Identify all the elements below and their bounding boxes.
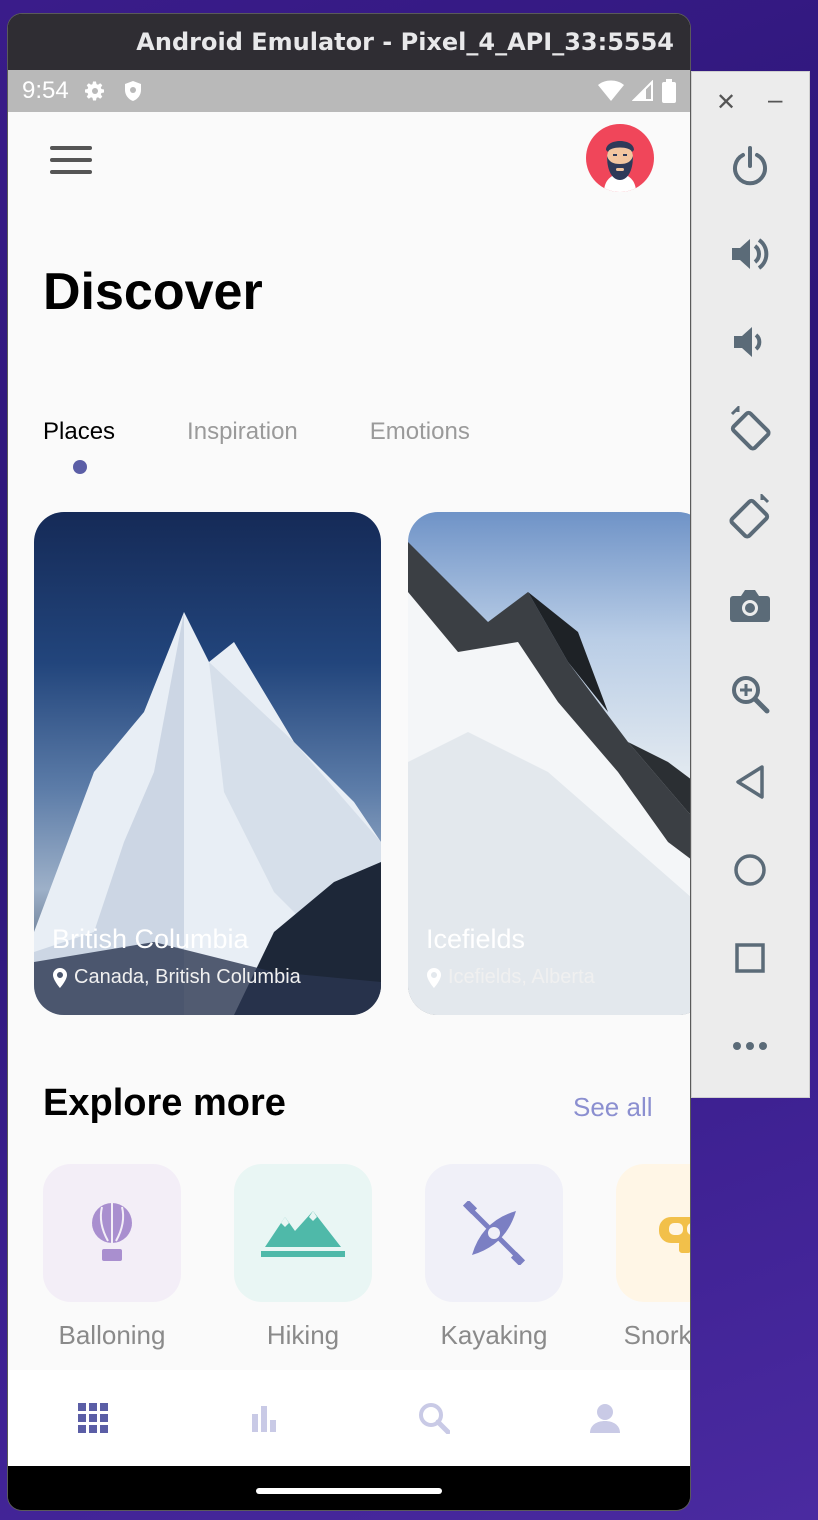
volume-down-button[interactable]	[726, 318, 774, 366]
active-tab-indicator	[73, 460, 87, 474]
place-location: Canada, British Columbia	[52, 966, 301, 989]
nav-item-grid[interactable]	[8, 1403, 179, 1433]
rotate-left-button[interactable]	[726, 406, 774, 454]
place-location: Icefields, Alberta	[426, 966, 595, 989]
see-all-link[interactable]: See all	[573, 1092, 653, 1123]
home-gesture-bar[interactable]	[256, 1488, 442, 1494]
category-tile[interactable]	[616, 1164, 690, 1302]
status-time: 9:54	[22, 77, 69, 104]
bar-chart-icon	[251, 1406, 276, 1432]
back-button[interactable]	[726, 758, 774, 806]
place-card[interactable]: Icefields Icefields, Alberta	[408, 512, 690, 1015]
bottom-navigation	[8, 1370, 690, 1466]
minimize-icon[interactable]: –	[768, 84, 782, 115]
tab-places[interactable]: Places	[43, 418, 116, 474]
category-tile[interactable]	[234, 1164, 372, 1302]
emulator-window: Android Emulator - Pixel_4_API_33:5554 9…	[8, 14, 690, 1510]
place-location-text: Canada, British Columbia	[74, 966, 301, 988]
page-title: Discover	[43, 263, 263, 321]
tab-label: Emotions	[369, 418, 470, 445]
location-pin-icon	[53, 967, 67, 988]
place-title: Icefields	[426, 924, 526, 954]
volume-down-icon	[734, 327, 762, 357]
home-icon	[734, 854, 766, 886]
more-button[interactable]	[726, 1022, 774, 1070]
category-tile[interactable]	[425, 1164, 563, 1302]
places-carousel[interactable]: British Columbia Canada, British Columbi…	[34, 512, 690, 1016]
close-icon[interactable]: ✕	[716, 88, 736, 117]
tab-inspiration[interactable]: Inspiration	[187, 418, 298, 446]
kayak-icon	[462, 1201, 526, 1265]
grid-icon	[78, 1403, 109, 1433]
category-label: Balloning	[58, 1320, 166, 1350]
overview-button[interactable]	[726, 934, 774, 982]
category-label: Hiking	[266, 1320, 340, 1350]
window-title: Android Emulator - Pixel_4_API_33:5554	[136, 28, 674, 56]
power-button[interactable]	[726, 142, 774, 190]
tab-label: Inspiration	[187, 418, 298, 445]
category-balloning[interactable]: Balloning	[42, 1164, 182, 1351]
screenshot-button[interactable]	[726, 582, 774, 630]
category-label: Snorkeling	[623, 1320, 690, 1350]
rotate-right-button[interactable]	[726, 494, 774, 542]
category-tile[interactable]	[43, 1164, 181, 1302]
person-icon	[589, 1404, 620, 1433]
window-titlebar: Android Emulator - Pixel_4_API_33:5554	[8, 14, 690, 70]
nav-item-profile[interactable]	[520, 1403, 691, 1433]
back-icon	[736, 765, 764, 799]
rotate-left-icon	[730, 406, 771, 451]
category-snorkeling[interactable]: Snorkeling	[615, 1164, 690, 1351]
avatar[interactable]	[586, 124, 654, 192]
place-card[interactable]: British Columbia Canada, British Columbi…	[34, 512, 381, 1015]
search-icon	[419, 1403, 451, 1434]
home-button[interactable]	[726, 846, 774, 894]
shield-icon	[124, 81, 141, 101]
emulator-side-toolbar: ✕ –	[691, 71, 810, 1098]
snorkel-icon	[659, 1217, 690, 1253]
overview-icon	[735, 943, 765, 973]
category-hiking[interactable]: Hiking	[233, 1164, 373, 1351]
location-pin-icon	[427, 967, 441, 988]
volume-up-button[interactable]	[726, 230, 774, 278]
settings-icon	[84, 81, 104, 101]
category-tabs: Places Inspiration Emotions	[43, 418, 542, 474]
hamburger-menu-icon[interactable]	[50, 146, 92, 174]
category-kayaking[interactable]: Kayaking	[424, 1164, 564, 1351]
camera-icon	[730, 590, 770, 622]
mountains-icon	[261, 1211, 345, 1257]
more-icon	[733, 1042, 767, 1050]
place-location-text: Icefields, Alberta	[448, 966, 595, 988]
tab-label: Places	[43, 418, 116, 445]
signal-icon	[632, 80, 653, 101]
zoom-icon	[732, 676, 770, 714]
balloon-icon	[92, 1203, 132, 1261]
volume-up-icon	[732, 238, 769, 270]
category-label: Kayaking	[440, 1320, 548, 1350]
place-title: British Columbia	[52, 924, 249, 954]
wifi-icon	[598, 80, 624, 101]
rotate-right-icon	[729, 494, 770, 539]
nav-item-search[interactable]	[349, 1402, 520, 1434]
android-status-bar: 9:54	[8, 70, 690, 112]
nav-item-stats[interactable]	[179, 1404, 350, 1432]
explore-more-title: Explore more	[43, 1082, 286, 1124]
battery-icon	[662, 79, 676, 103]
tab-emotions[interactable]: Emotions	[370, 418, 470, 446]
zoom-button[interactable]	[726, 670, 774, 718]
power-icon	[733, 146, 767, 186]
explore-categories: Balloning Hiking Kayaking Snorkeling	[42, 1164, 690, 1364]
app-screen: Discover Places Inspiration Emotions Bri…	[8, 112, 690, 1370]
